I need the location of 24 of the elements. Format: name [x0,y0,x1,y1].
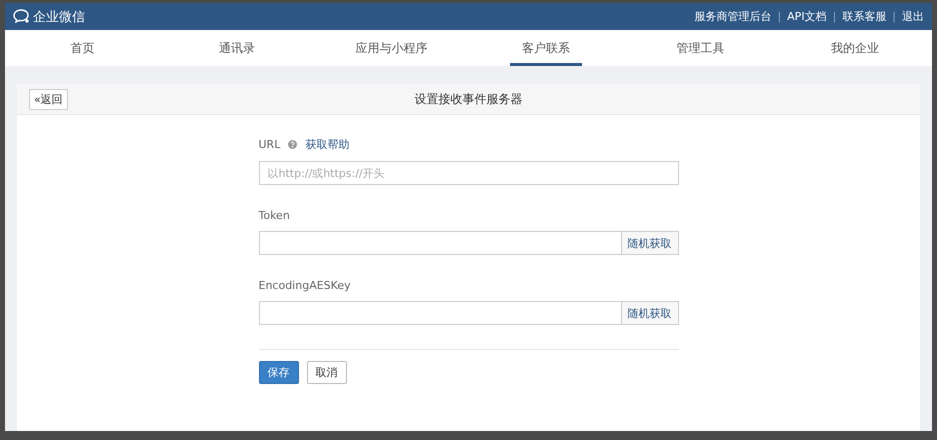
nav-tab[interactable]: 管理工具 [664,30,736,66]
save-button[interactable]: 保存 [258,361,298,384]
link-separator: | [892,10,896,23]
nav-tab[interactable]: 客户联系 [510,30,582,66]
link-separator: | [832,10,836,23]
link-separator: | [777,10,782,23]
field-label: EncodingAESKey [258,279,351,292]
help-link[interactable]: 获取帮助 [305,137,350,152]
nav-tab[interactable]: 通讯录 [206,30,267,66]
panel-title: 设置接收事件服务器 [414,90,522,108]
brand-name: 企业微信 [33,8,85,26]
back-button[interactable]: «返回 [29,89,68,110]
nav-tab[interactable]: 首页 [58,30,106,66]
header-link[interactable]: API文档 [787,9,827,24]
header-link[interactable]: 服务商管理后台 [694,9,772,24]
header-link[interactable]: 退出 [902,9,924,24]
nav-tab[interactable]: 应用与小程序 [343,30,440,66]
field-label: URL [258,138,280,151]
help-icon[interactable] [288,140,298,149]
header-link[interactable]: 联系客服 [842,9,886,24]
cancel-button[interactable]: 取消 [306,361,346,384]
chat-bubble-icon [13,9,30,24]
field-label: Token [258,209,290,222]
nav-tab[interactable]: 我的企业 [818,30,891,66]
